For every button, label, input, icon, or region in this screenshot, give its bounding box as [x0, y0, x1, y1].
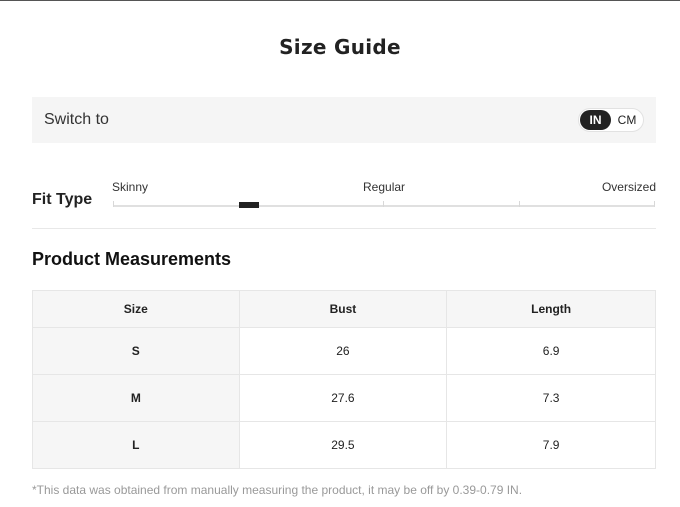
size-cell: S [32, 327, 240, 375]
table-row: M 27.6 7.3 [32, 374, 656, 422]
fit-option-oversized: Oversized [601, 180, 656, 194]
fit-tick [383, 201, 384, 207]
fit-tick [113, 201, 114, 207]
table-header-row: Size Bust Length [32, 290, 656, 328]
bust-cell: 26 [238, 327, 448, 375]
fit-option-skinny: Skinny [112, 180, 149, 194]
unit-toggle[interactable]: IN CM [578, 108, 644, 132]
header-bust: Bust [238, 290, 448, 328]
fit-type-track [113, 205, 655, 207]
measurements-table: Size Bust Length S 26 6.9 M 27.6 7.3 L 2… [32, 290, 656, 469]
fit-type-label: Fit Type [32, 191, 93, 208]
switch-to-label: Switch to [44, 111, 109, 128]
unit-in-button[interactable]: IN [580, 110, 611, 130]
header-size: Size [32, 290, 240, 328]
section-divider [32, 228, 656, 229]
length-cell: 7.3 [446, 374, 656, 422]
length-cell: 6.9 [446, 327, 656, 375]
page-title: Size Guide [279, 35, 401, 59]
fit-option-regular: Regular [363, 180, 406, 194]
unit-switch-bar: Switch to IN CM [32, 97, 656, 143]
length-cell: 7.9 [446, 421, 656, 469]
size-cell: L [32, 421, 240, 469]
table-row: S 26 6.9 [32, 327, 656, 375]
product-measurements-title: Product Measurements [32, 249, 232, 269]
header-length: Length [446, 290, 656, 328]
measurement-note: *This data was obtained from manually me… [32, 483, 523, 497]
bust-cell: 27.6 [238, 374, 448, 422]
size-cell: M [32, 374, 240, 422]
unit-cm-button[interactable]: CM [612, 110, 642, 130]
fit-tick [519, 201, 520, 207]
bust-cell: 29.5 [238, 421, 448, 469]
table-row: L 29.5 7.9 [32, 421, 656, 469]
fit-tick [654, 201, 655, 207]
fit-type-marker [238, 202, 259, 208]
